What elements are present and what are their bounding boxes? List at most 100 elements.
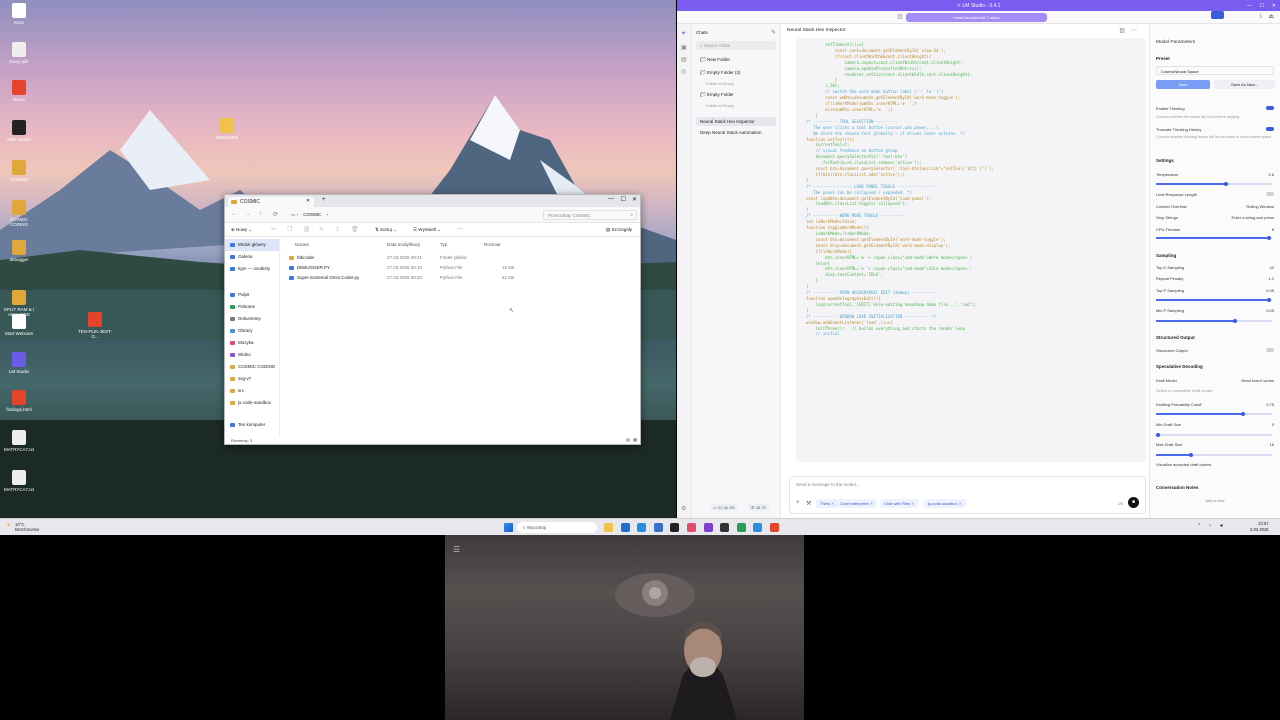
desktop-icon[interactable]: SPLIT RAM & I AM A GOD [2,290,36,317]
desktop-icon[interactable]: Kosz [2,3,36,25]
save-as-button[interactable]: Save As New... [1214,80,1275,89]
taskbar-app-icon[interactable] [720,523,730,532]
share-icon[interactable]: ⇪ [335,226,340,233]
nav-item[interactable]: Muzyka [225,337,279,349]
max-draft-size[interactable]: Max Draft Size 16 [1156,442,1274,447]
stop-strings[interactable]: Stop Strings Enter a string and press [1156,215,1274,220]
delete-icon[interactable]: 🗑︎ [351,226,359,233]
volume-icon[interactable]: 🔊︎ [1220,523,1223,529]
taskbar-app-icon[interactable] [653,523,663,532]
temperature[interactable]: Temperature 0.6 [1156,172,1274,177]
desktop-icon[interactable]: Nowy plik [2,42,36,64]
new-folder-button[interactable]: 📁︎ New Folder [696,55,776,64]
nav-item[interactable]: src [225,385,279,397]
column-header-type[interactable]: Typ [440,242,447,247]
nav-item[interactable]: Dokumenty [225,313,279,325]
desktop-icon[interactable]: DEBUGER [210,118,244,140]
models-icon[interactable]: ▤ [681,56,687,63]
top-p-value[interactable]: 0.95 [1266,288,1274,293]
more-button[interactable]: ··· [457,226,463,232]
desktop-icon[interactable]: Brave [2,80,36,102]
eject-icon[interactable]: ⏏ [1268,13,1274,20]
truncate-thinking-toggle[interactable] [1266,127,1274,131]
min-p-slider-thumb[interactable] [1232,318,1237,323]
chat-item[interactable]: Neural Stack Hex Inspector [696,117,776,126]
draft-model[interactable]: Draft Model Read how it works [1156,378,1274,383]
cpu-threads[interactable]: CPU Threads 8 [1156,227,1274,232]
settings-gear-icon[interactable]: ⚙ [681,505,686,512]
composer-pill[interactable]: Code interpreter ✕ [836,499,878,508]
desktop-icon[interactable]: MATRYCA7.txt [2,470,36,492]
remove-pill-icon[interactable]: ✕ [910,501,914,506]
chat-icon[interactable]: ✦ [681,30,686,37]
limit-response-toggle[interactable] [1266,192,1274,196]
weather-widget[interactable]: ☀ 10°C Bezchmurnie [6,522,39,532]
nav-item[interactable]: Ten komputer [225,419,279,431]
max-draft-slider[interactable] [1156,452,1272,457]
drafting-probability-slider[interactable] [1156,411,1272,416]
close-window-icon[interactable]: ✕ [1272,3,1276,9]
enable-thinking-toggle[interactable] [1266,106,1274,110]
desktop-icon[interactable]: debugger [2,240,36,262]
context-overflow-value[interactable]: Rolling Window [1246,204,1274,209]
search-input[interactable]: Przeszukaj: COSMIC ⌕ [543,210,637,220]
save-button[interactable]: Save [1156,80,1210,89]
forward-icon[interactable]: → [245,211,251,217]
model-selector[interactable]: metal-llama/metal-7-nemo [906,13,1047,22]
nav-item[interactable]: Obrazy [225,325,279,337]
truncate-thinking[interactable]: Truncate Thinking History [1156,127,1274,132]
min-p-slider[interactable] [1156,318,1272,323]
nav-item[interactable]: COSMIC CODING [225,361,279,373]
search-chats-input[interactable]: ⌕ Search chats [696,41,776,50]
preset-select[interactable]: CosmicNeural Space [1156,66,1274,75]
breadcrumb[interactable]: ▭ › COSMIC › [287,210,537,220]
nav-item[interactable]: kgm — osobisty [225,263,279,275]
nav-item[interactable]: Galeria [225,251,279,263]
repeat-penalty[interactable]: Repeat Penalty 1.1 [1156,276,1274,281]
details-view-icon[interactable]: ▤ [626,437,630,442]
column-header-size[interactable]: Rozmiar [484,242,501,247]
max-draft-slider-thumb[interactable] [1188,452,1193,457]
remove-pill-icon[interactable]: ✕ [869,501,873,506]
min-p-value[interactable]: 0.05 [1266,308,1274,313]
taskbar-app-icon[interactable] [703,523,713,532]
nav-item[interactable]: Pobrane [225,301,279,313]
temperature-slider[interactable] [1156,181,1272,186]
temperature-value[interactable]: 0.6 [1268,172,1274,177]
breadcrumb-item[interactable]: COSMIC [303,212,321,217]
chat-menu-icon[interactable]: ⋯ [1131,27,1137,34]
send-button[interactable]: ■ [1128,497,1139,508]
top-p-slider-thumb[interactable] [1266,297,1271,302]
details-button[interactable]: ▤ Szczegóły [606,227,632,233]
desktop-icon[interactable]: OBS Studio [2,120,36,142]
limit-response-length[interactable]: Limit Response Length [1156,192,1274,197]
developer-icon[interactable]: ▣ [681,44,687,51]
context-overflow[interactable]: Context Overflow Rolling Window [1156,204,1274,209]
top-p[interactable]: Top P Sampling 0.95 [1156,288,1274,293]
file-row[interactable]: htbcoder 27.03.2026 09:41 Folder plików [288,253,540,263]
taskbar-app-icon[interactable] [670,523,680,532]
top-k[interactable]: Top K Sampling 40 [1156,265,1274,270]
structured-output-toggle[interactable] [1266,348,1274,352]
taskbar-app-icon[interactable] [604,523,613,532]
nav-item[interactable]: Widok główny [225,239,279,251]
message-composer[interactable]: Send a message to the model... + ⚒ Think… [789,476,1146,514]
desktop-icon[interactable]: LM Studio [2,352,36,374]
max-draft-size-value[interactable]: 16 [1270,442,1274,447]
nav-item[interactable]: js-code-sandbox [225,397,279,409]
temperature-slider-thumb[interactable] [1223,181,1228,186]
desktop-icon[interactable]: MATRYCA7.txt [2,430,36,452]
taskbar-search[interactable]: ⌕ Wyszukaj [517,522,597,533]
params-toggle-icon[interactable] [1211,11,1224,19]
top-p-slider[interactable] [1156,297,1272,302]
maximize-icon[interactable]: ☐ [1260,3,1264,9]
desktop-icon[interactable]: TEN-PLIK-JEST-G... [78,312,112,339]
cut-icon[interactable]: ✂ [271,226,276,233]
nav-item[interactable]: Wideo [225,349,279,361]
minimize-icon[interactable]: — [608,196,614,202]
drafting-probability-slider-thumb[interactable] [1241,411,1245,416]
nav-item[interactable]: Pulpit [225,289,279,301]
sort-button[interactable]: ⇅ Sortuj ⌄ [375,227,397,233]
desktop-icon[interactable]: findings.html [2,390,36,412]
download-icon[interactable]: ⤓ [1259,13,1262,20]
